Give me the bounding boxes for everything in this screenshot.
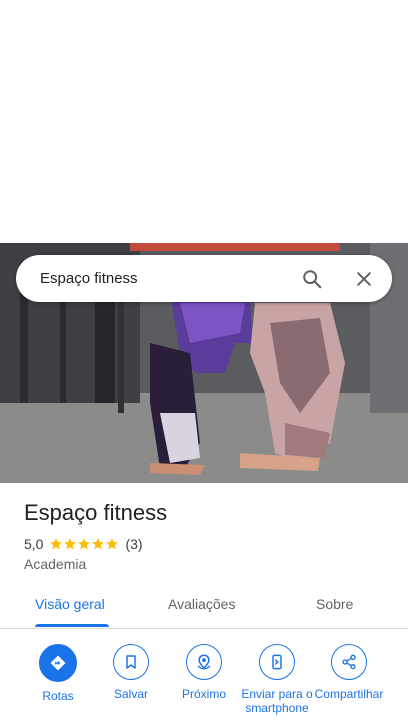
directions-icon [39,644,77,682]
save-button[interactable]: Salvar [95,644,167,701]
active-tab-indicator [35,624,109,627]
send-to-phone-button[interactable]: Enviar para o smartphone [241,644,313,715]
star-icon [92,538,105,550]
directions-label: Rotas [42,689,74,703]
send-to-phone-icon [259,644,295,680]
place-category: Academia [24,556,87,572]
nearby-label: Próximo [181,687,226,701]
star-icon [78,538,91,550]
rating-value: 5,0 [24,536,44,552]
action-bar: Rotas Salvar Próximo Enviar para o smart… [0,644,408,726]
search-input[interactable]: Espaço fitness [40,270,292,287]
share-button[interactable]: Compartilhar [313,644,385,701]
nearby-button[interactable]: Próximo [168,644,240,701]
nearby-icon [186,644,222,680]
search-bar[interactable]: Espaço fitness [16,255,392,302]
star-icon [50,538,63,550]
search-icon[interactable] [292,259,332,299]
rating-stars [49,537,119,551]
send-to-phone-label: Enviar para o smartphone [241,687,313,715]
directions-button[interactable]: Rotas [22,644,94,703]
save-label: Salvar [113,687,148,701]
tab-reviews[interactable]: Avaliações [168,596,235,612]
bookmark-icon [113,644,149,680]
place-tabs: Visão geral Avaliações Sobre [0,584,408,629]
map-area [0,0,408,243]
place-title: Espaço fitness [24,500,168,525]
share-icon [331,644,367,680]
rating-row[interactable]: 5,0 (3) [24,536,143,552]
share-label: Compartilhar [314,687,384,701]
tab-overview[interactable]: Visão geral [35,596,105,612]
close-icon[interactable] [344,259,384,299]
tab-about[interactable]: Sobre [316,596,353,612]
star-icon [64,538,77,550]
review-count[interactable]: (3) [125,536,142,552]
star-icon [106,538,119,550]
